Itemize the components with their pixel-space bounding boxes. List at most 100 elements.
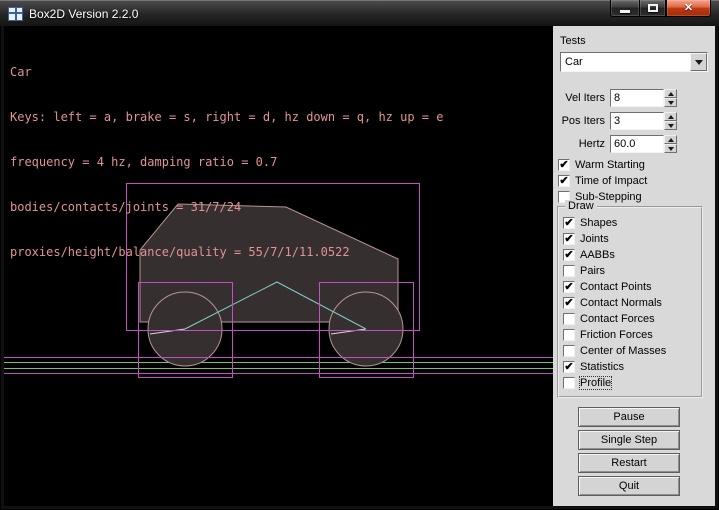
checkbox-box[interactable]: ✔ bbox=[563, 249, 575, 261]
check-icon: ✔ bbox=[564, 232, 574, 245]
pos-iters-field[interactable]: 3 bbox=[610, 112, 664, 130]
draw-group-title: Draw bbox=[565, 200, 597, 212]
tests-dropdown-button[interactable] bbox=[690, 53, 707, 71]
window-title: Box2D Version 2.2.0 bbox=[29, 7, 138, 21]
vel-iters-field[interactable]: 8 bbox=[610, 89, 664, 107]
checkbox-friction-forces[interactable]: ✔ Friction Forces bbox=[559, 327, 701, 343]
close-icon: ✕ bbox=[684, 1, 693, 16]
check-icon: ✔ bbox=[559, 174, 569, 187]
restart-button[interactable]: Restart bbox=[578, 453, 680, 473]
test-title: Car bbox=[10, 65, 443, 80]
pos-iters-spinner: Pos Iters 3 bbox=[553, 111, 677, 131]
vel-iters-arrows bbox=[664, 89, 677, 107]
keys-help-line: Keys: left = a, brake = s, right = d, hz… bbox=[10, 110, 443, 125]
checkbox-contact-forces[interactable]: ✔ Contact Forces bbox=[559, 311, 701, 327]
spinner-up-button[interactable] bbox=[664, 135, 677, 144]
checkbox-label: Center of Masses bbox=[580, 345, 666, 357]
spinner-down-icon bbox=[668, 101, 674, 105]
spinner-up-button[interactable] bbox=[664, 89, 677, 98]
checkbox-box[interactable]: ✔ bbox=[563, 265, 575, 277]
checkbox-contact-normals[interactable]: ✔ Contact Normals bbox=[559, 295, 701, 311]
checkbox-label: Contact Forces bbox=[580, 313, 655, 325]
vel-iters-spinner: Vel Iters 8 bbox=[553, 88, 677, 108]
spinner-down-button[interactable] bbox=[664, 121, 677, 130]
checkbox-label: Time of Impact bbox=[575, 175, 647, 187]
checkbox-box[interactable]: ✔ bbox=[563, 217, 575, 229]
checkbox-statistics[interactable]: ✔ Statistics bbox=[559, 359, 701, 375]
check-icon: ✔ bbox=[564, 296, 574, 309]
checkbox-label: Contact Points bbox=[580, 281, 652, 293]
checkbox-box[interactable]: ✔ bbox=[563, 361, 575, 373]
proxies-line: proxies/height/balance/quality = 55/7/1/… bbox=[10, 245, 443, 260]
pos-iters-label: Pos Iters bbox=[553, 115, 610, 127]
maximize-button[interactable] bbox=[639, 0, 666, 17]
check-icon: ✔ bbox=[564, 360, 574, 373]
spinner-up-icon bbox=[668, 115, 674, 119]
checkbox-contact-points[interactable]: ✔ Contact Points bbox=[559, 279, 701, 295]
checkbox-label: Statistics bbox=[580, 361, 624, 373]
check-icon: ✔ bbox=[564, 248, 574, 261]
checkbox-joints[interactable]: ✔ Joints bbox=[559, 231, 701, 247]
checkbox-box[interactable]: ✔ bbox=[563, 233, 575, 245]
chevron-down-icon bbox=[695, 60, 703, 65]
close-button[interactable]: ✕ bbox=[666, 0, 711, 17]
check-icon: ✔ bbox=[559, 158, 569, 171]
checkbox-box[interactable]: ✔ bbox=[563, 281, 575, 293]
draw-group: Draw ✔ Shapes ✔ Joints ✔ AABBs ✔ Pairs bbox=[557, 206, 703, 398]
solver-checkboxes: ✔ Warm Starting ✔ Time of Impact ✔ Sub-S… bbox=[553, 157, 715, 205]
checkbox-time-of-impact[interactable]: ✔ Time of Impact bbox=[553, 173, 715, 189]
single-step-button[interactable]: Single Step bbox=[578, 430, 680, 450]
action-buttons: Pause Single Step Restart Quit bbox=[553, 407, 715, 496]
simulation-canvas[interactable]: Car Keys: left = a, brake = s, right = d… bbox=[4, 26, 553, 506]
title-bar[interactable]: Box2D Version 2.2.0 ✕ bbox=[0, 0, 719, 26]
quit-button[interactable]: Quit bbox=[578, 476, 680, 496]
window-controls: ✕ bbox=[610, 0, 711, 17]
tests-dropdown[interactable]: Car bbox=[560, 52, 708, 72]
hertz-spinner: Hertz 60.0 bbox=[553, 134, 677, 154]
spinner-up-icon bbox=[668, 92, 674, 96]
checkbox-shapes[interactable]: ✔ Shapes bbox=[559, 215, 701, 231]
checkbox-label: Joints bbox=[580, 233, 609, 245]
checkbox-box[interactable]: ✔ bbox=[563, 329, 575, 341]
checkbox-box[interactable]: ✔ bbox=[563, 297, 575, 309]
checkbox-label: Friction Forces bbox=[580, 329, 653, 341]
spinner-down-button[interactable] bbox=[664, 144, 677, 153]
hertz-label: Hertz bbox=[553, 138, 610, 150]
pause-button[interactable]: Pause bbox=[578, 407, 680, 427]
checkbox-center-of-masses[interactable]: ✔ Center of Masses bbox=[559, 343, 701, 359]
minimize-icon bbox=[620, 10, 630, 13]
spinner-down-icon bbox=[668, 124, 674, 128]
spinner-down-icon bbox=[668, 147, 674, 151]
tests-dropdown-value: Car bbox=[561, 53, 707, 71]
checkbox-label: Warm Starting bbox=[575, 159, 645, 171]
tests-label: Tests bbox=[560, 35, 715, 48]
checkbox-pairs[interactable]: ✔ Pairs bbox=[559, 263, 701, 279]
hertz-field[interactable]: 60.0 bbox=[610, 135, 664, 153]
stats-line: bodies/contacts/joints = 31/7/24 bbox=[10, 200, 443, 215]
checkbox-box[interactable]: ✔ bbox=[563, 345, 575, 357]
checkbox-box[interactable]: ✔ bbox=[558, 159, 570, 171]
pos-iters-arrows bbox=[664, 112, 677, 130]
debug-text: Car Keys: left = a, brake = s, right = d… bbox=[10, 35, 443, 290]
checkbox-warm-starting[interactable]: ✔ Warm Starting bbox=[553, 157, 715, 173]
vel-iters-label: Vel Iters bbox=[553, 92, 610, 104]
control-panel: Tests Car Vel Iters 8 Pos Iters bbox=[553, 26, 715, 506]
spinner-up-icon bbox=[668, 138, 674, 142]
spinner-up-button[interactable] bbox=[664, 112, 677, 121]
checkbox-box[interactable]: ✔ bbox=[563, 377, 575, 389]
checkbox-label: AABBs bbox=[580, 249, 615, 261]
checkbox-label: Contact Normals bbox=[580, 297, 662, 309]
checkbox-label: Pairs bbox=[580, 265, 605, 277]
hertz-arrows bbox=[664, 135, 677, 153]
window-icon[interactable] bbox=[8, 7, 23, 21]
checkbox-aabbs[interactable]: ✔ AABBs bbox=[559, 247, 701, 263]
checkbox-label: Shapes bbox=[580, 217, 617, 229]
app-window: Box2D Version 2.2.0 ✕ Car Keys: left = a… bbox=[0, 0, 719, 510]
spinner-down-button[interactable] bbox=[664, 98, 677, 107]
checkbox-profile[interactable]: ✔ Profile bbox=[559, 375, 701, 391]
checkbox-box[interactable]: ✔ bbox=[563, 313, 575, 325]
minimize-button[interactable] bbox=[610, 0, 639, 17]
check-icon: ✔ bbox=[564, 280, 574, 293]
maximize-icon bbox=[648, 4, 658, 12]
checkbox-box[interactable]: ✔ bbox=[558, 175, 570, 187]
